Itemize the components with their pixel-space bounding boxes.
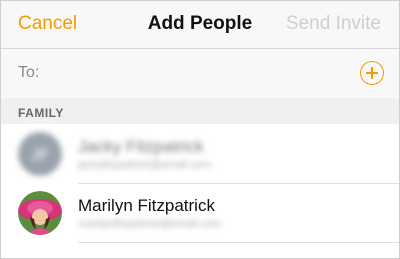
contact-row-marilyn[interactable]: Marilyn Fitzpatrick marilynfitzpatrick@e… xyxy=(1,184,399,241)
recipient-field-row: To: xyxy=(1,48,399,99)
cancel-button[interactable]: Cancel xyxy=(18,13,77,35)
contact-row-jacky[interactable]: JF Jacky Fitzpatrick jackyfitzpatrick@em… xyxy=(1,125,399,182)
send-invite-button[interactable]: Send Invite xyxy=(286,13,381,35)
avatar: JF xyxy=(18,132,62,176)
contact-name: Marilyn Fitzpatrick xyxy=(78,196,215,215)
section-title: FAMILY xyxy=(18,106,64,120)
contact-name: Jacky Fitzpatrick xyxy=(78,137,204,156)
contact-detail: marilynfitzpatrick@email.com xyxy=(78,218,222,230)
row-divider xyxy=(78,242,399,243)
add-people-sheet: Cancel Add People Send Invite To: FAMILY… xyxy=(0,0,400,259)
add-contact-icon[interactable] xyxy=(360,61,384,85)
recipient-input[interactable] xyxy=(51,59,345,89)
navigation-bar: Cancel Add People Send Invite xyxy=(1,1,399,48)
svg-text:JF: JF xyxy=(31,147,49,164)
avatar xyxy=(18,191,62,235)
contact-detail: jackyfitzpatrick@email.com xyxy=(78,159,211,171)
to-label: To: xyxy=(18,64,40,81)
section-header-family: FAMILY xyxy=(1,98,399,124)
